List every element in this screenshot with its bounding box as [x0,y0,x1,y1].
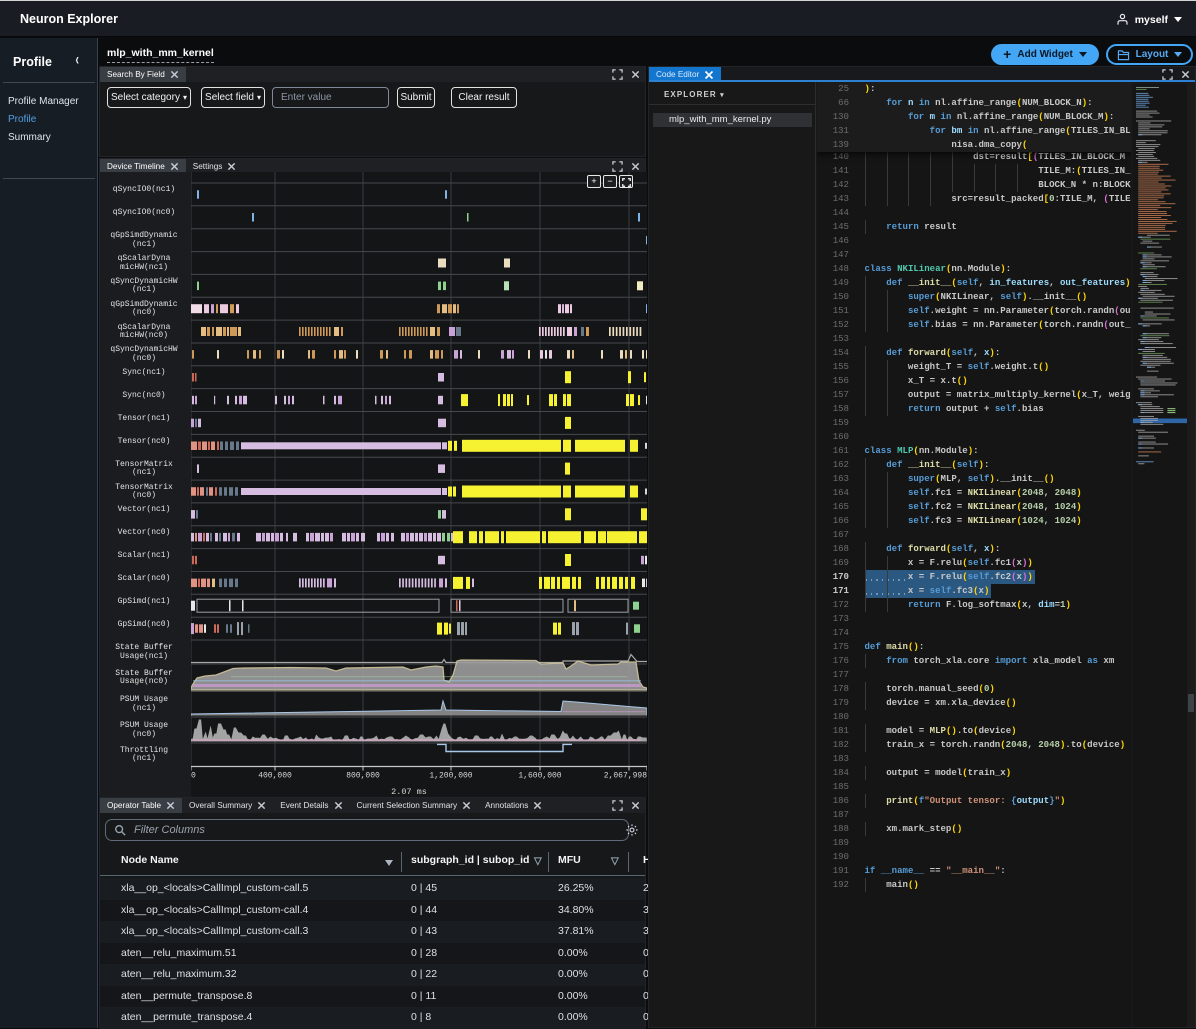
svg-text:0: 0 [191,772,196,781]
svg-text:1,600,000: 1,600,000 [518,772,561,781]
svg-text:2.07 ms: 2.07 ms [391,787,427,797]
svg-text:1,200,000: 1,200,000 [429,772,472,781]
svg-text:2,067,998: 2,067,998 [604,772,647,781]
svg-text:800,000: 800,000 [346,772,380,781]
svg-text:400,000: 400,000 [258,772,292,781]
